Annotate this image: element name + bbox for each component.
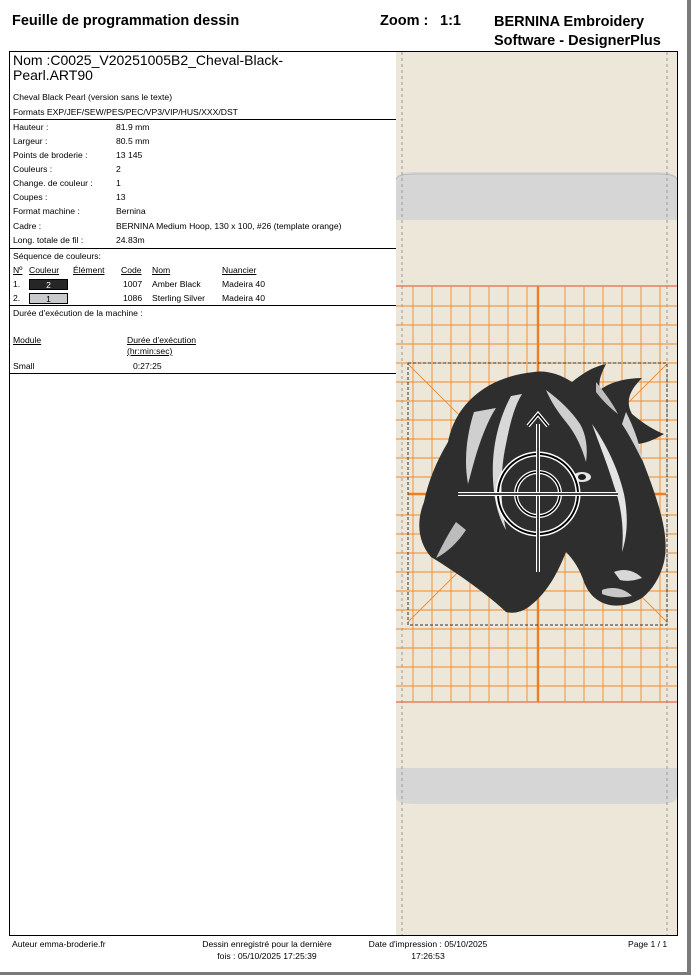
property-key: Points de broderie : [13, 150, 88, 160]
duration-title: Durée d'exécution de la machine : [13, 308, 143, 318]
software-brand: BERNINA Embroidery Software - DesignerPl… [494, 13, 661, 51]
brand-line-1: BERNINA Embroidery [494, 14, 645, 30]
property-key: Long. totale de fil : [13, 235, 84, 245]
row-number: 2. [13, 293, 21, 303]
thread-chart: Madeira 40 [222, 293, 265, 303]
window-edge-right [687, 0, 691, 975]
thread-code: 1086 [123, 293, 143, 303]
property-value: 13 [116, 192, 126, 202]
column-header-module: Module [13, 335, 42, 345]
design-name-line-2: Pearl.ART90 [13, 67, 93, 83]
zoom-label: Zoom : [380, 13, 429, 29]
column-header-element: Élément [73, 265, 105, 275]
property-value: 1 [116, 178, 121, 188]
column-header-duration-unit: (hr:min:sec) [127, 346, 173, 356]
column-header-code: Code [121, 265, 142, 275]
hoop-preview-canvas [396, 52, 677, 935]
worksheet: Nom :C0025_V20251005B2_Cheval-Black- Pea… [9, 51, 678, 936]
property-key: Hauteur : [13, 122, 49, 132]
sheet-title: Feuille de programmation dessin [12, 13, 240, 29]
color-sequence-title: Séquence de couleurs: [13, 251, 101, 261]
property-value: 80.5 mm [116, 136, 150, 146]
property-key: Largeur : [13, 136, 48, 146]
row-number: 1. [13, 279, 21, 289]
divider [10, 305, 396, 306]
footer-printed: Date d'impression : 05/10/2025 17:26:53 [354, 938, 502, 962]
property-value: 81.9 mm [116, 122, 150, 132]
footer-page-number: Page 1 / 1 [628, 939, 668, 949]
brand-line-2: Software - DesignerPlus [494, 33, 661, 49]
property-value: 24.83m [116, 235, 145, 245]
thread-code: 1007 [123, 279, 143, 289]
footer-printed-line-1: Date d'impression : 05/10/2025 [368, 939, 488, 949]
property-key: Cadre : [13, 221, 42, 231]
divider [10, 248, 396, 249]
property-key: Couleurs : [13, 164, 53, 174]
property-key: Format machine : [13, 206, 80, 216]
design-name-line-1: Nom :C0025_V20251005B2_Cheval-Black- [13, 52, 284, 68]
zoom-value: 1:1 [440, 13, 461, 29]
design-description: Cheval Black Pearl (version sans le text… [13, 92, 173, 102]
column-header-no: Nº [13, 265, 23, 275]
hoop-preview [396, 52, 677, 935]
color-swatch: 1 [29, 293, 68, 304]
hoop-bottom-bar [396, 768, 677, 804]
color-swatch: 2 [29, 279, 68, 290]
thread-name: Amber Black [152, 279, 201, 289]
column-header-chart: Nuancier [222, 265, 257, 275]
property-key: Change. de couleur : [13, 178, 93, 188]
footer-printed-line-2: 17:26:53 [411, 951, 445, 961]
thread-chart: Madeira 40 [222, 279, 265, 289]
footer-saved-line-1: Dessin enregistré pour la dernière [202, 939, 332, 949]
divider [10, 373, 396, 374]
divider [10, 119, 396, 120]
column-header-name: Nom [152, 265, 171, 275]
design-name: Nom :C0025_V20251005B2_Cheval-Black- Pea… [13, 53, 313, 83]
property-value: 13 145 [116, 150, 143, 160]
design-formats: Formats EXP/JEF/SEW/PES/PEC/VP3/VIP/HUS/… [13, 107, 238, 117]
property-key: Coupes : [13, 192, 48, 202]
hoop-top-bar [396, 172, 677, 220]
thread-name: Sterling Silver [152, 293, 206, 303]
footer-saved: Dessin enregistré pour la dernière fois … [182, 938, 352, 962]
module-duration: 0:27:25 [133, 361, 162, 371]
footer-saved-line-2: fois : 05/10/2025 17:25:39 [217, 951, 317, 961]
property-value: BERNINA Medium Hoop, 130 x 100, #26 (tem… [116, 221, 342, 231]
property-value: Bernina [116, 206, 146, 216]
property-value: 2 [116, 164, 121, 174]
module-name: Small [13, 361, 35, 371]
column-header-duration: Durée d'exécution [127, 335, 197, 345]
footer-author: Auteur emma-broderie.fr [12, 939, 106, 949]
column-header-color: Couleur [29, 265, 60, 275]
design-info-panel: Nom :C0025_V20251005B2_Cheval-Black- Pea… [10, 52, 397, 935]
